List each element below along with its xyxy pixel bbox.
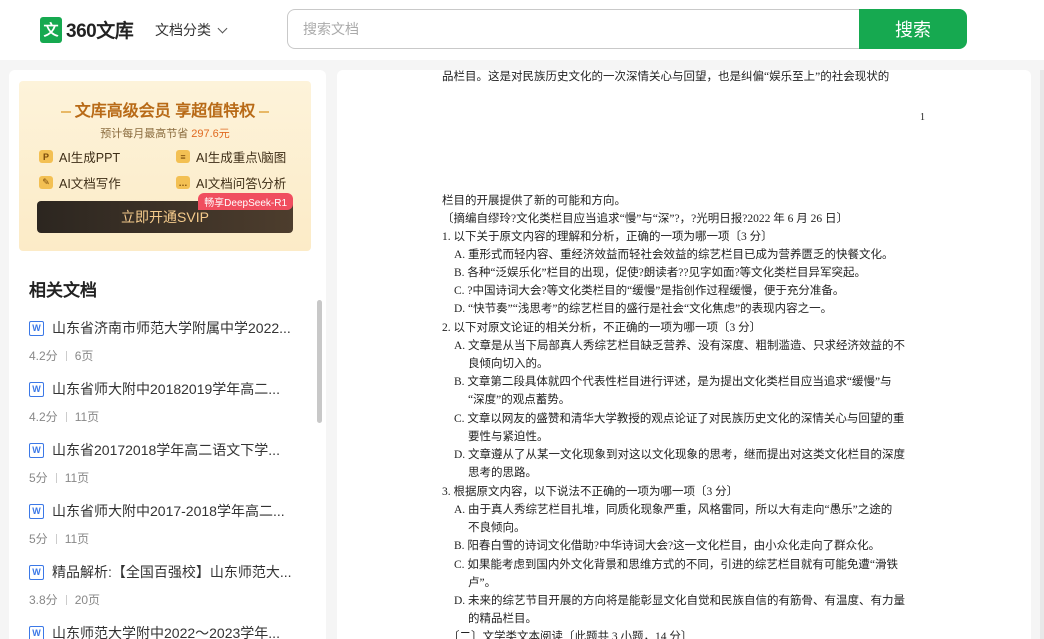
cta-label: 立即开通SVIP bbox=[121, 209, 209, 225]
mindmap-icon: ≡ bbox=[176, 150, 190, 163]
doc-title[interactable]: 山东师范大学附中2022～2023学年... bbox=[52, 623, 297, 639]
feature-ai-qa[interactable]: … AI文档问答\分析 bbox=[176, 173, 286, 192]
feature-label: AI生成重点\脑图 bbox=[196, 151, 287, 165]
category-label: 文档分类 bbox=[155, 22, 211, 38]
word-doc-icon: W bbox=[29, 564, 44, 580]
page-number: 1 bbox=[920, 112, 925, 123]
list-item[interactable]: W 山东师范大学附中2022～2023学年... bbox=[29, 623, 299, 639]
list-item[interactable]: W 精品解析:【全国百强校】山东师范大... 3.8分 20页 bbox=[29, 562, 299, 608]
promo-title-row: 文库高级会员 享超值特权 bbox=[19, 97, 311, 121]
doc-line: A. 重形式而轻内容、重经济效益而轻社会效益的综艺栏目已成为营养匮乏的快餐文化。 bbox=[454, 249, 894, 261]
doc-line: B. 各种“泛娱乐化”栏目的出现，促使?朗读者??见字如面?等文化类栏目异军突起… bbox=[454, 267, 867, 279]
chevron-down-icon bbox=[217, 23, 228, 33]
word-doc-icon: W bbox=[29, 381, 44, 397]
doc-line: A. 由于真人秀综艺栏目扎堆，同质化现象严重，风格雷同，所以大有走向“愚乐”之途… bbox=[454, 504, 893, 516]
feature-ai-writing[interactable]: ✎ AI文档写作 bbox=[39, 173, 121, 192]
promo-subtitle: 预计每月最高节省 297.6元 bbox=[19, 125, 311, 141]
meta-divider bbox=[65, 594, 67, 605]
doc-line: C. ?中国诗词大会?等文化类栏目的“缓慢”是指创作过程缓慢，便于充分准备。 bbox=[454, 285, 845, 297]
promo-price: 297.6元 bbox=[191, 128, 230, 140]
list-item[interactable]: W 山东省师大附中2017-2018学年高二... 5分 11页 bbox=[29, 501, 299, 547]
search-button[interactable]: 搜索 bbox=[859, 9, 967, 49]
doc-title[interactable]: 山东省师大附中2017-2018学年高二... bbox=[52, 501, 297, 521]
sidebar-scrollbar[interactable] bbox=[317, 300, 322, 423]
doc-title[interactable]: 山东省济南市师范大学附属中学2022... bbox=[52, 318, 297, 338]
doc-line: 3. 根据原文内容，以下说法不正确的一项为哪一项〔3 分〕 bbox=[442, 486, 739, 498]
ppt-icon: P bbox=[39, 150, 53, 163]
list-item[interactable]: W 山东省师大附中20182019学年高二... 4.2分 11页 bbox=[29, 379, 299, 425]
doc-score: 5分 bbox=[29, 471, 48, 485]
site-logo[interactable]: 文 360文库 bbox=[40, 16, 134, 43]
logo-text: 360文库 bbox=[66, 21, 134, 42]
doc-title[interactable]: 精品解析:【全国百强校】山东师范大... bbox=[52, 562, 297, 582]
doc-score: 5分 bbox=[29, 532, 48, 546]
feature-ai-ppt[interactable]: P AI生成PPT bbox=[39, 147, 120, 166]
page-scrollbar-track[interactable] bbox=[1040, 70, 1044, 639]
search-box bbox=[287, 9, 860, 49]
chat-icon: … bbox=[176, 176, 190, 189]
meta-divider bbox=[65, 350, 67, 361]
doc-line: 卢”。 bbox=[468, 577, 497, 589]
feature-label: AI文档写作 bbox=[59, 177, 121, 191]
doc-line: “深度”的观点蓄势。 bbox=[468, 394, 571, 406]
doc-line: 要性与紧迫性。 bbox=[468, 431, 549, 443]
doc-pages: 11页 bbox=[64, 471, 90, 485]
doc-line: 栏目的开展提供了新的可能和方向。 bbox=[442, 195, 626, 207]
doc-line: 良倾向切入的。 bbox=[468, 358, 549, 370]
pen-icon: ✎ bbox=[39, 176, 53, 189]
doc-pages: 11页 bbox=[74, 410, 100, 424]
meta-divider bbox=[55, 472, 57, 483]
doc-line: 2. 以下对原文论证的相关分析，不正确的一项为哪一项〔3 分〕 bbox=[442, 322, 762, 334]
top-header: 文 360文库 文档分类 搜索 bbox=[0, 0, 1044, 60]
feature-label: AI文档问答\分析 bbox=[196, 177, 287, 191]
category-dropdown[interactable]: 文档分类 bbox=[155, 20, 228, 40]
word-doc-icon: W bbox=[29, 320, 44, 336]
doc-line: 思考的思路。 bbox=[468, 467, 537, 479]
doc-line: C. 文章以网友的盛赞和清华大学教授的观点论证了对民族历史文化的深情关心与回望的… bbox=[454, 413, 905, 425]
feature-ai-mindmap[interactable]: ≡ AI生成重点\脑图 bbox=[176, 147, 286, 166]
doc-line: D. 未来的综艺节目开展的方向将是能彰显文化自觉和民族自信的有筋骨、有温度、有力… bbox=[454, 595, 906, 607]
doc-line: 品栏目。这是对民族历史文化的一次深情关心与回望，也是纠偏“娱乐至上”的社会现状的 bbox=[442, 71, 890, 83]
promo-subtitle-text: 预计每月最高节省 bbox=[100, 128, 189, 140]
doc-line: C. 如果能考虑到国内外文化背景和思维方式的不同，引进的综艺栏目就有可能免遭“滑… bbox=[454, 559, 899, 571]
open-svip-button[interactable]: 立即开通SVIP 畅享DeepSeek-R1 bbox=[37, 193, 293, 233]
word-doc-icon: W bbox=[29, 442, 44, 458]
doc-line: D. 文章遵从了从某一文化现象到对这以文化现象的思考，继而提出对这类文化栏目的深… bbox=[454, 449, 906, 461]
word-doc-icon: W bbox=[29, 625, 44, 639]
doc-line: 〔摘编自缪玲?文化类栏目应当追求“慢”与“深”?，?光明日报?2022 年 6 … bbox=[442, 213, 848, 225]
doc-title[interactable]: 山东省师大附中20182019学年高二... bbox=[52, 379, 297, 399]
promo-dash-left bbox=[60, 110, 71, 113]
meta-divider bbox=[55, 533, 57, 544]
meta-divider bbox=[65, 411, 67, 422]
doc-pages: 11页 bbox=[64, 532, 90, 546]
vip-promo-card: 文库高级会员 享超值特权 预计每月最高节省 297.6元 P AI生成PPT ≡… bbox=[19, 81, 311, 251]
document-viewer: 品栏目。这是对民族历史文化的一次深情关心与回望，也是纠偏“娱乐至上”的社会现状的… bbox=[337, 70, 1031, 639]
logo-badge-icon: 文 bbox=[40, 16, 62, 43]
doc-line: 不良倾向。 bbox=[468, 522, 526, 534]
search-input[interactable] bbox=[288, 10, 860, 48]
feature-label: AI生成PPT bbox=[59, 151, 121, 165]
related-docs-title: 相关文档 bbox=[29, 281, 97, 300]
promo-title: 文库高级会员 享超值特权 bbox=[74, 103, 256, 120]
doc-line: 〔二〕文学类文本阅读〔此题共 3 小题，14 分〕 bbox=[448, 631, 693, 639]
doc-line: D. “快节奏”“浅思考”的综艺栏目的盛行是社会“文化焦虑”的表现内容之一。 bbox=[454, 303, 833, 315]
list-item[interactable]: W 山东省济南市师范大学附属中学2022... 4.2分 6页 bbox=[29, 318, 299, 364]
doc-pages: 6页 bbox=[74, 349, 94, 363]
doc-line: B. 阳春白雪的诗词文化借助?中华诗词大会?这一文化栏目，由小众化走向了群众化。 bbox=[454, 540, 881, 552]
word-doc-icon: W bbox=[29, 503, 44, 519]
doc-title[interactable]: 山东省20172018学年高二语文下学... bbox=[52, 440, 297, 460]
doc-pages: 20页 bbox=[74, 593, 101, 607]
doc-line: 的精品栏目。 bbox=[468, 613, 537, 625]
promo-dash-right bbox=[259, 110, 270, 113]
doc-score: 3.8分 bbox=[29, 593, 58, 607]
doc-line: A. 文章是从当下局部真人秀综艺栏目缺乏营养、没有深度、粗制滥造、只求经济效益的… bbox=[454, 340, 906, 352]
doc-score: 4.2分 bbox=[29, 349, 58, 363]
deepseek-badge: 畅享DeepSeek-R1 bbox=[198, 193, 293, 210]
doc-line: B. 文章第二段具体就四个代表性栏目进行评述，是为提出文化类栏目应当追求“缓慢”… bbox=[454, 376, 892, 388]
doc-line: 1. 以下关于原文内容的理解和分析，正确的一项为哪一项〔3 分〕 bbox=[442, 231, 773, 243]
list-item[interactable]: W 山东省20172018学年高二语文下学... 5分 11页 bbox=[29, 440, 299, 486]
sidebar: 文库高级会员 享超值特权 预计每月最高节省 297.6元 P AI生成PPT ≡… bbox=[9, 70, 326, 639]
doc-score: 4.2分 bbox=[29, 410, 58, 424]
